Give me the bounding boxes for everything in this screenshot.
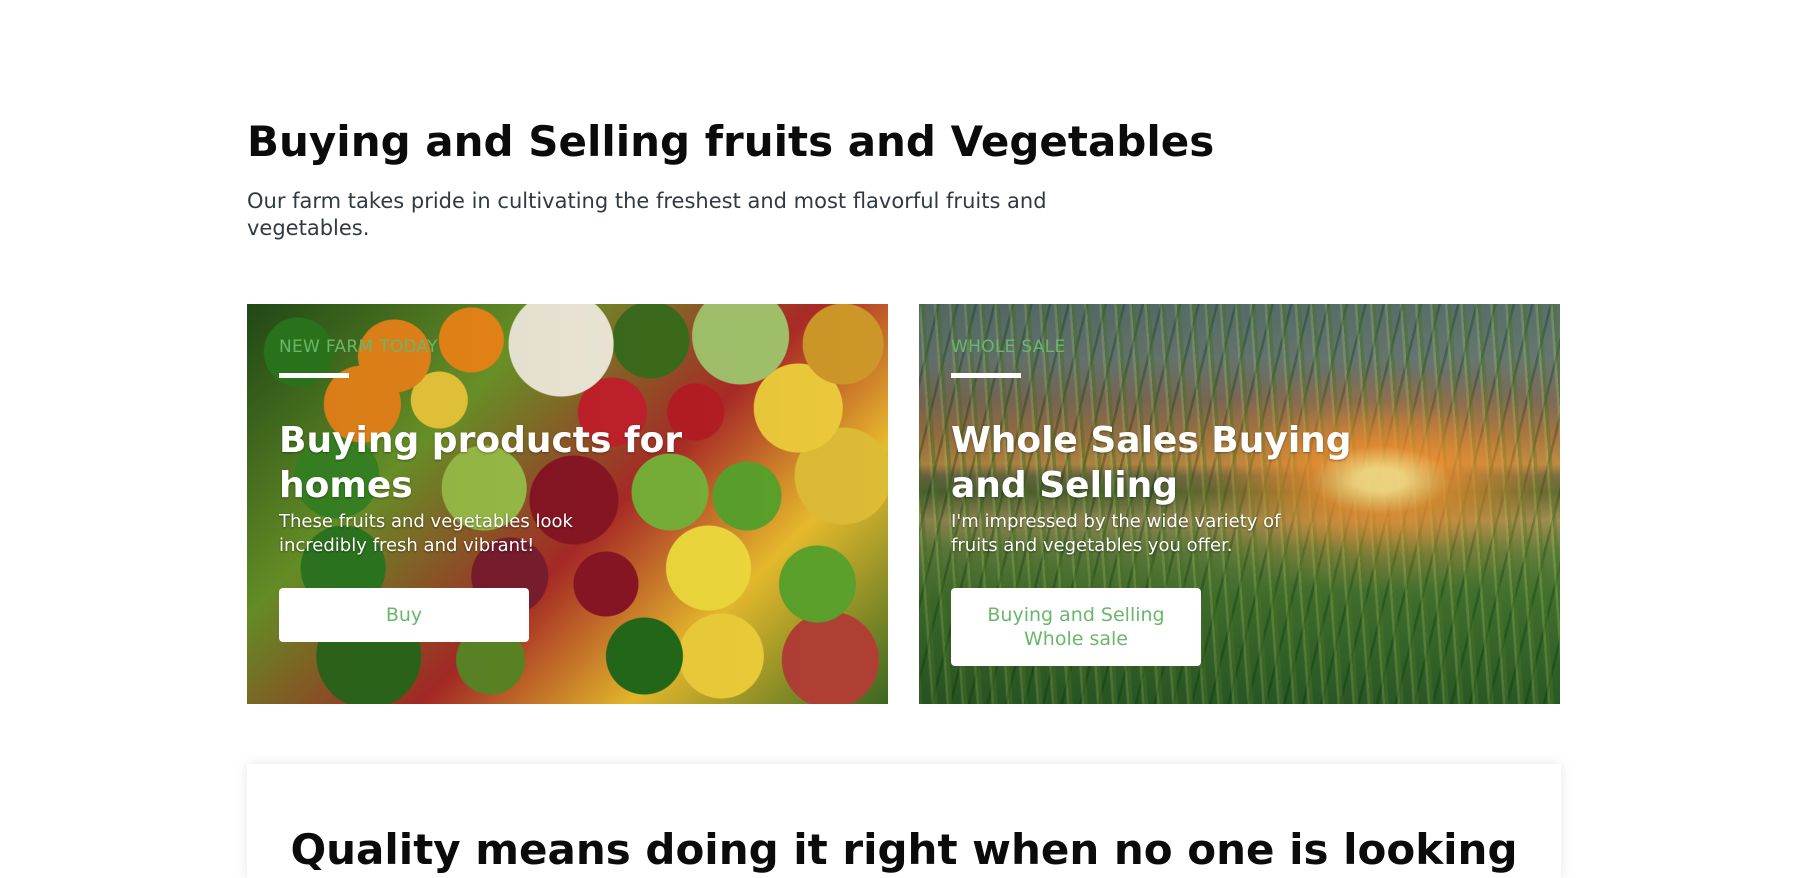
- home-buying-title: Buying products for homes: [279, 420, 683, 506]
- buy-button[interactable]: Buy: [279, 588, 529, 642]
- kicker-divider: [951, 373, 1021, 378]
- home-buying-description: These fruits and vegetables look incredi…: [279, 511, 573, 556]
- kicker-divider: [279, 373, 349, 378]
- wholesale-button[interactable]: Buying and Selling Whole sale: [951, 588, 1201, 666]
- home-buying-card: NEW FARM TODAY Buying products for homes…: [247, 304, 888, 704]
- section-subtitle: Our farm takes pride in cultivating the …: [247, 189, 1047, 240]
- new-farm-kicker: NEW FARM TODAY: [279, 337, 438, 357]
- wholesale-description: I'm impressed by the wide variety of fru…: [951, 511, 1281, 556]
- section-title: Buying and Selling fruits and Vegetables: [247, 117, 1215, 166]
- quality-heading: Quality means doing it right when no one…: [290, 825, 1518, 874]
- wholesale-title: Whole Sales Buying and Selling: [951, 420, 1352, 506]
- quality-panel: Quality means doing it right when no one…: [247, 764, 1561, 878]
- wholesale-card: WHOLE SALE Whole Sales Buying and Sellin…: [919, 304, 1560, 704]
- wholesale-kicker: WHOLE SALE: [951, 337, 1066, 357]
- page: Buying and Selling fruits and Vegetables…: [0, 0, 1817, 878]
- offer-cards: NEW FARM TODAY Buying products for homes…: [247, 304, 1561, 704]
